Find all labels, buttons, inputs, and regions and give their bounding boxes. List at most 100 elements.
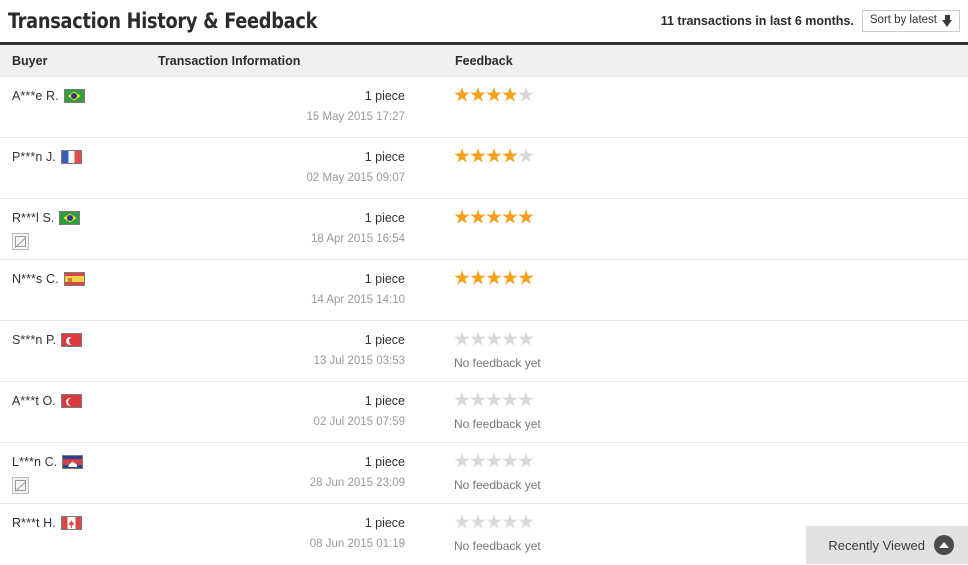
star-rating xyxy=(454,87,968,103)
star-empty-icon xyxy=(486,453,502,468)
recently-viewed-button[interactable]: Recently Viewed xyxy=(806,526,968,564)
buyer-cell: R***l S. xyxy=(0,199,158,259)
transaction-date: 18 Apr 2015 16:54 xyxy=(311,233,405,245)
star-empty-icon xyxy=(502,453,518,468)
star-empty-icon xyxy=(518,148,534,163)
star-rating xyxy=(454,453,968,469)
header-controls: 11 transactions in last 6 months. Sort b… xyxy=(661,10,964,32)
buyer-name: S***n P. xyxy=(12,333,57,347)
no-feedback-label: No feedback yet xyxy=(454,417,541,431)
star-filled-icon xyxy=(486,148,502,163)
table-row: P***n J. 1 piece 02 May 2015 09:07 xyxy=(0,138,968,199)
flag-france-icon xyxy=(60,150,82,164)
star-empty-icon xyxy=(470,514,486,529)
transaction-date: 28 Jun 2015 23:09 xyxy=(309,477,405,489)
star-rating xyxy=(454,270,968,286)
flag-cambodia-icon xyxy=(62,455,84,469)
star-filled-icon xyxy=(470,87,486,102)
star-rating xyxy=(454,392,968,408)
transaction-date: 15 May 2015 17:27 xyxy=(306,111,405,123)
star-filled-icon xyxy=(470,148,486,163)
star-filled-icon xyxy=(502,87,518,102)
star-rating xyxy=(454,148,968,164)
buyer-name-line: S***n P. xyxy=(12,333,158,347)
star-empty-icon xyxy=(502,331,518,346)
star-filled-icon xyxy=(502,209,518,224)
feedback-cell xyxy=(445,260,968,320)
buyer-name-line: R***t H. xyxy=(12,516,158,530)
table-header-row: Buyer Transaction Information Feedback xyxy=(0,45,968,77)
star-filled-icon xyxy=(470,270,486,285)
buyer-name: L***n C. xyxy=(12,455,58,469)
transaction-count-label: 11 transactions in last 6 months. xyxy=(660,14,854,28)
star-empty-icon xyxy=(518,392,534,407)
star-filled-icon xyxy=(486,209,502,224)
recently-viewed-label: Recently Viewed xyxy=(828,537,925,553)
buyer-name: R***t H. xyxy=(12,516,56,530)
buyer-name-line: N***s C. xyxy=(12,272,158,286)
star-filled-icon xyxy=(486,270,502,285)
buyer-name: A***t O. xyxy=(12,394,56,408)
feedback-cell xyxy=(445,77,968,137)
star-empty-icon xyxy=(454,331,470,346)
star-empty-icon xyxy=(518,453,534,468)
page-header: Transaction History & Feedback 11 transa… xyxy=(0,0,968,42)
transaction-quantity: 1 piece xyxy=(364,211,405,225)
transaction-cell: 1 piece 18 Apr 2015 16:54 xyxy=(158,199,445,259)
transaction-quantity: 1 piece xyxy=(364,333,405,347)
circle-chevron-up-icon xyxy=(934,535,954,555)
transaction-quantity: 1 piece xyxy=(364,272,405,286)
flag-spain-icon xyxy=(63,272,85,286)
star-empty-icon xyxy=(518,331,534,346)
buyer-cell: L***n C. xyxy=(0,443,158,503)
buyer-name-line: A***t O. xyxy=(12,394,158,408)
table-row: L***n C. 1 piece 28 Jun 2015 23:09 No feedb… xyxy=(0,443,968,504)
transaction-cell: 1 piece 28 Jun 2015 23:09 xyxy=(158,443,445,503)
buyer-name: A***e R. xyxy=(12,89,59,103)
buyer-cell: N***s C. xyxy=(0,260,158,320)
star-filled-icon xyxy=(470,209,486,224)
star-rating xyxy=(454,209,968,225)
sort-by-latest-button[interactable]: Sort by latest xyxy=(861,10,960,32)
star-filled-icon xyxy=(486,87,502,102)
buyer-name: N***s C. xyxy=(12,272,59,286)
feedback-cell xyxy=(445,138,968,198)
table-row: N***s C. 1 piece 14 Apr 2015 14:10 xyxy=(0,260,968,321)
flag-turkey-icon xyxy=(61,333,83,347)
table-row: R***l S. 1 piece 18 Apr 2015 16:54 xyxy=(0,199,968,260)
transaction-cell: 1 piece 02 Jul 2015 07:59 xyxy=(158,382,445,442)
star-filled-icon xyxy=(518,270,534,285)
table-row: A***e R. 1 piece 15 May 2015 17:27 xyxy=(0,77,968,138)
transaction-cell: 1 piece 14 Apr 2015 14:10 xyxy=(158,260,445,320)
star-filled-icon xyxy=(454,148,470,163)
table-row: S***n P. 1 piece 13 Jul 2015 03:53 No feedb… xyxy=(0,321,968,382)
star-empty-icon xyxy=(470,453,486,468)
table-row: A***t O. 1 piece 02 Jul 2015 07:59 No feedb… xyxy=(0,382,968,443)
no-feedback-label: No feedback yet xyxy=(454,356,541,370)
flag-brazil-icon xyxy=(63,89,85,103)
star-empty-icon xyxy=(470,392,486,407)
transaction-quantity: 1 piece xyxy=(364,150,405,164)
star-filled-icon xyxy=(454,270,470,285)
transaction-date: 08 Jun 2015 01:19 xyxy=(309,538,405,550)
buyer-cell: R***t H. xyxy=(0,504,158,565)
star-empty-icon xyxy=(470,331,486,346)
buyer-cell: A***e R. xyxy=(0,77,158,137)
transaction-table: Buyer Transaction Information Feedback A… xyxy=(0,42,968,565)
star-empty-icon xyxy=(486,514,502,529)
transaction-quantity: 1 piece xyxy=(364,455,405,469)
buyer-name-line: A***e R. xyxy=(12,89,158,103)
column-header-transaction: Transaction Information xyxy=(158,53,301,68)
table-body: A***e R. 1 piece 15 May 2015 17:27 P***n J.… xyxy=(0,77,968,565)
buyer-name: R***l S. xyxy=(12,211,55,225)
transaction-date: 13 Jul 2015 03:53 xyxy=(313,355,405,367)
buyer-cell: A***t O. xyxy=(0,382,158,442)
broken-image-icon xyxy=(12,477,29,494)
star-empty-icon xyxy=(486,331,502,346)
transaction-cell: 1 piece 13 Jul 2015 03:53 xyxy=(158,321,445,381)
star-empty-icon xyxy=(518,87,534,102)
transaction-date: 02 Jul 2015 07:59 xyxy=(313,416,405,428)
transaction-cell: 1 piece 15 May 2015 17:27 xyxy=(158,77,445,137)
star-filled-icon xyxy=(502,148,518,163)
star-empty-icon xyxy=(454,392,470,407)
